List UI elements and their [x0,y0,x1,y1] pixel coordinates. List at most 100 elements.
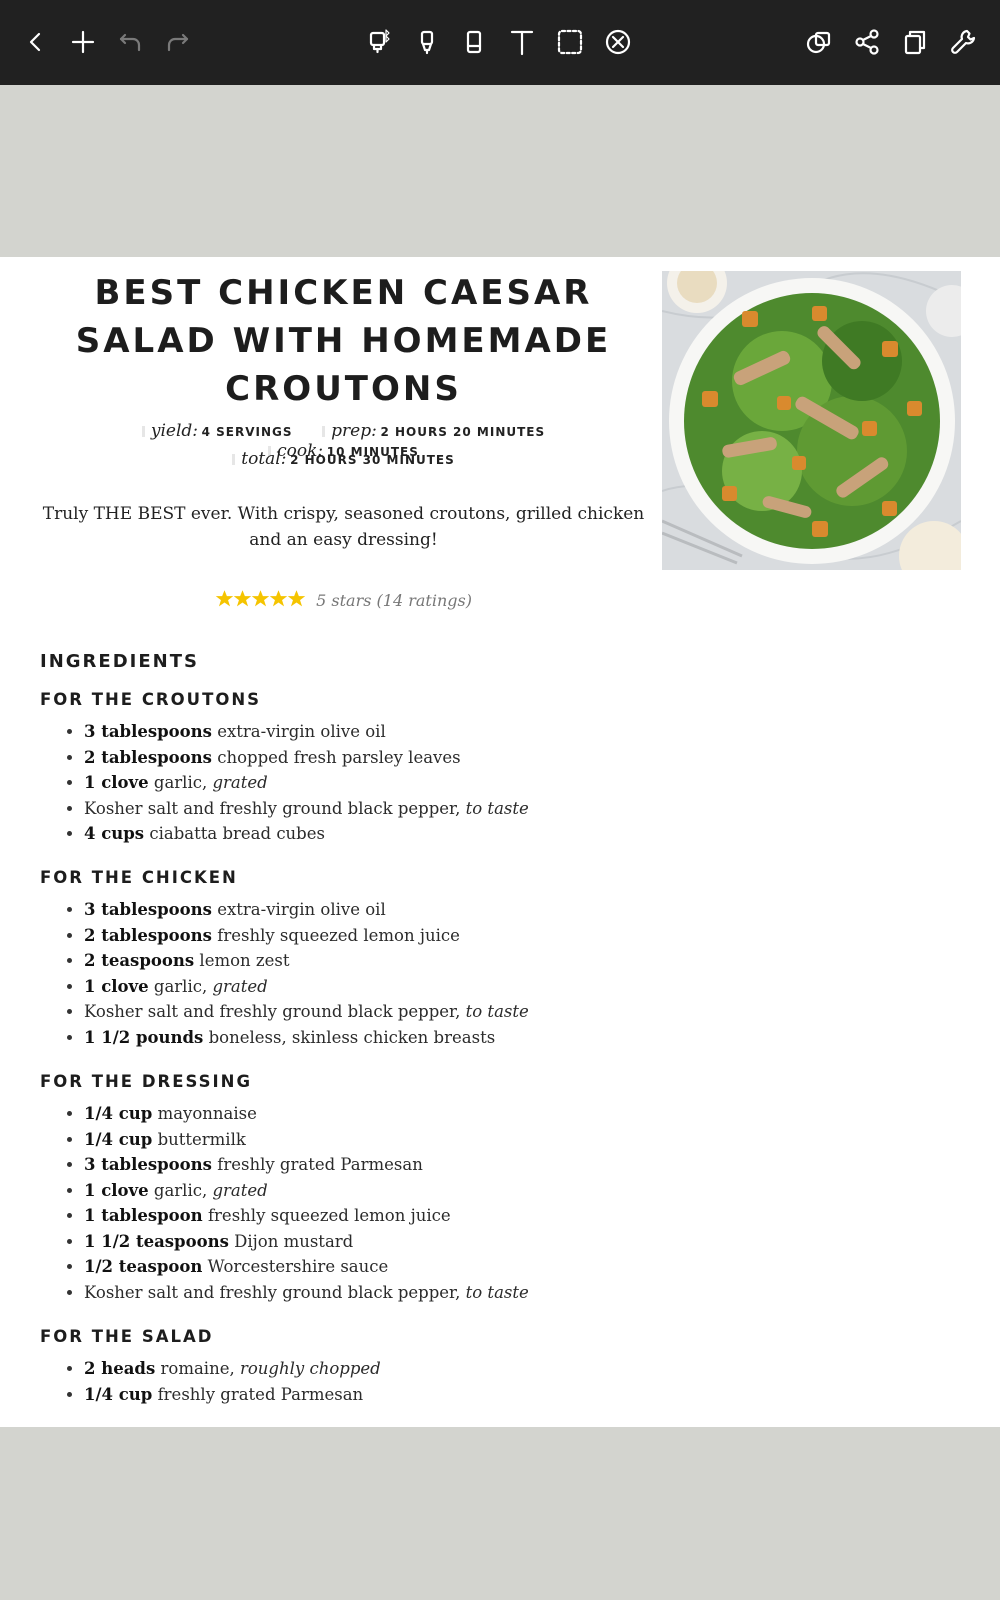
ingredient-note: to taste [465,798,529,818]
text-icon[interactable] [500,20,544,64]
ingredient-item: 1 clove garlic, grated [84,974,529,1000]
ingredient-quantity: 1 clove [84,1180,149,1200]
ingredient-name: freshly grated Parmesan [217,1155,423,1174]
plus-icon[interactable] [61,20,105,64]
ingredient-name: mayonnaise [157,1104,257,1123]
ingredient-quantity: 1 clove [84,773,149,792]
ingredient-quantity: 1 1/2 teaspoons [84,1231,229,1251]
ingredient-note: grated [212,976,268,996]
highlighter-bluetooth-icon[interactable] [357,20,401,64]
share-icon[interactable] [845,20,889,64]
ingredient-item: 1 1/2 pounds boneless, skinless chicken … [84,1025,529,1051]
ingredient-item: 2 teaspoons lemon zest [84,948,529,974]
ingredient-item: 3 tablespoons extra-virgin olive oil [84,897,529,923]
ingredient-note: to taste [465,1002,529,1021]
back-icon[interactable] [13,20,57,64]
wrench-icon[interactable] [941,20,985,64]
star-icon [269,590,288,607]
prep-info: prep: 2 HOURS 20 MINUTES [322,421,545,441]
salad-photo [662,271,961,570]
ingredient-quantity: 2 teaspoons [84,951,195,970]
marker-icon[interactable] [405,20,449,64]
ingredient-name: lemon zest [199,951,290,970]
ingredient-name: extra-virgin olive oil [217,722,386,741]
star-icon [251,590,270,607]
section-title-croutons: FOR THE CROUTONS [40,690,262,709]
section-title-dressing: FOR THE DRESSING [40,1072,253,1091]
top-toolbar [0,0,1000,85]
star-icon [215,590,234,607]
section-title-salad: FOR THE SALAD [40,1327,214,1346]
ingredient-name: garlic, [153,1180,208,1200]
ingredient-name: buttermilk [157,1129,246,1149]
ingredient-item: 1 1/2 teaspoons Dijon mustard [84,1229,529,1255]
ingredient-quantity: 2 tablespoons [84,925,212,945]
eraser-icon[interactable] [452,20,496,64]
redo-icon[interactable] [156,20,200,64]
ingredient-name: chopped fresh parsley leaves [217,747,461,767]
ingredient-item: 1 tablespoon freshly squeezed lemon juic… [84,1203,529,1229]
star-rating [215,589,306,612]
ingredient-name: Kosher salt and freshly ground black pep… [84,1002,461,1021]
yield-info: yield: 4 SERVINGS [141,421,293,441]
recipe-page: BEST CHICKEN CAESAR SALAD WITH HOMEMADE … [0,257,1000,1427]
ingredient-quantity: 1 tablespoon [84,1206,203,1225]
star-icon [287,590,306,607]
ingredient-name: romaine, [160,1359,235,1378]
undo-icon[interactable] [108,20,152,64]
recipe-title: BEST CHICKEN CAESAR SALAD WITH HOMEMADE … [75,273,612,409]
ingredient-name: ciabatta bread cubes [149,824,325,843]
ingredient-quantity: 1/2 teaspoon [84,1257,203,1276]
selection-box-icon[interactable] [548,20,592,64]
ingredient-item: 2 heads romaine, roughly chopped [84,1356,381,1382]
ingredient-list-chicken: 3 tablespoons extra-virgin olive oil2 ta… [40,897,529,1050]
rating: 5 stars (14 ratings) [40,589,647,612]
ingredient-list-dressing: 1/4 cup mayonnaise1/4 cup buttermilk 3 ta… [40,1101,529,1305]
ingredient-item: 1 clove garlic, grated [84,1178,529,1204]
ingredient-note: to taste [465,1282,529,1302]
ingredient-quantity: 1 1/2 pounds [84,1027,204,1047]
ingredient-name: Kosher salt and freshly ground black pep… [84,798,461,818]
ingredient-quantity: 3 tablespoons [84,1155,212,1174]
ingredient-item: 1 clove garlic, grated [84,770,529,796]
ingredient-name: freshly squeezed lemon juice [207,1206,451,1225]
copy-icon[interactable] [893,20,937,64]
ingredient-item: 3 tablespoons freshly grated Parmesan [84,1152,529,1178]
recipe-meta-row-2: total: 2 HOURS 30 MINUTES [40,449,647,469]
ingredient-quantity: 4 cups [84,824,145,843]
ingredient-item: 1/4 cup freshly grated Parmesan [84,1382,381,1408]
ingredient-quantity: 1/4 cup [84,1384,153,1404]
layers-icon[interactable] [797,20,841,64]
ingredient-note: roughly chopped [239,1359,381,1378]
ingredient-quantity: 1/4 cup [84,1129,153,1149]
ingredient-name: garlic, [153,976,208,996]
ingredient-item: Kosher salt and freshly ground black pep… [84,1280,529,1306]
ingredient-name: Kosher salt and freshly ground black pep… [84,1282,461,1302]
ingredient-item: Kosher salt and freshly ground black pep… [84,796,529,822]
ingredient-quantity: 3 tablespoons [84,722,212,741]
ingredient-quantity: 2 heads [84,1359,156,1378]
total-info: total: 2 HOURS 30 MINUTES [232,449,455,469]
ingredient-item: 4 cups ciabatta bread cubes [84,821,529,847]
ingredient-item: 2 tablespoons chopped fresh parsley leav… [84,745,529,771]
ingredient-item: 3 tablespoons extra-virgin olive oil [84,719,529,745]
ingredient-name: boneless, skinless chicken breasts [208,1027,496,1047]
ingredients-heading: INGREDIENTS [40,651,199,672]
ingredient-note: grated [212,773,268,792]
rating-text: 5 stars (14 ratings) [316,591,472,610]
ingredient-quantity: 3 tablespoons [84,900,212,919]
ingredient-quantity: 2 tablespoons [84,747,212,767]
ingredient-note: grated [212,1180,268,1200]
ingredient-quantity: 1 clove [84,976,149,996]
ingredient-name: garlic, [153,773,208,792]
ingredient-item: 2 tablespoons freshly squeezed lemon jui… [84,923,529,949]
close-circle-icon[interactable] [596,20,640,64]
ingredient-item: Kosher salt and freshly ground black pep… [84,999,529,1025]
ingredient-name: freshly grated Parmesan [157,1384,364,1404]
ingredient-name: Dijon mustard [234,1231,354,1251]
ingredient-list-croutons: 3 tablespoons extra-virgin olive oil2 ta… [40,719,529,847]
ingredient-name: Worcestershire sauce [207,1257,389,1276]
recipe-description: Truly THE BEST ever. With crispy, season… [42,504,645,550]
ingredient-quantity: 1/4 cup [84,1104,153,1123]
ingredient-name: extra-virgin olive oil [217,900,386,919]
